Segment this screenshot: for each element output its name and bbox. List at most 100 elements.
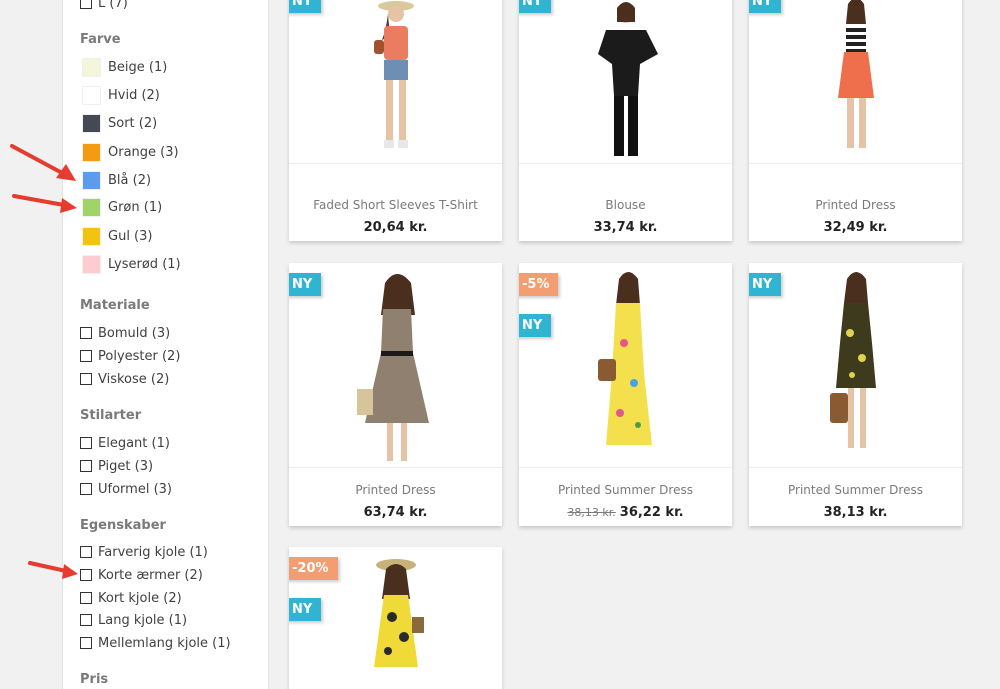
facet-size-l[interactable]: L (7) — [80, 0, 128, 13]
facet-label: Gul (3) — [108, 228, 153, 244]
facet-label: Hvid (2) — [108, 87, 160, 103]
old-price: 38,13 kr. — [567, 506, 616, 519]
product-card[interactable]: -20% NY — [289, 547, 502, 689]
property-short-sleeves[interactable]: Korte ærmer (2) — [80, 565, 203, 585]
checkbox[interactable] — [80, 637, 92, 649]
product-card[interactable]: -5% NY Printed Summer Dress 38,13 kr. 36,… — [519, 263, 732, 526]
current-price: 36,22 kr. — [619, 505, 684, 520]
facet-title-style: Stilarter — [80, 408, 142, 423]
color-black[interactable]: Sort (2) — [80, 113, 157, 133]
color-swatch[interactable] — [83, 86, 100, 104]
model-photo-icon — [837, 0, 874, 148]
product-price: 38,13 kr. 36,22 kr. — [519, 505, 732, 520]
product-price: 32,49 kr. — [823, 220, 888, 235]
facet-label: Korte ærmer (2) — [98, 567, 203, 583]
product-card[interactable]: NY Printed Dress 63,74 kr. — [289, 263, 502, 526]
model-photo-icon — [597, 2, 658, 156]
checkbox[interactable] — [80, 350, 92, 362]
property-midi-dress[interactable]: Mellemlang kjole (1) — [80, 633, 231, 653]
facets-sidebar: L (7) Farve Beige (1) Hvid (2) Sort (2) … — [62, 0, 269, 689]
facet-label: Kort kjole (2) — [98, 590, 182, 606]
color-swatch[interactable] — [83, 255, 100, 273]
facet-label: Beige (1) — [108, 59, 168, 75]
facet-label: Sort (2) — [108, 115, 158, 131]
facet-label: Viskose (2) — [98, 371, 170, 387]
product-image[interactable] — [749, 0, 962, 164]
model-photo-icon — [356, 274, 429, 461]
product-title[interactable]: Printed Summer Dress — [749, 483, 962, 497]
model-photo-icon — [829, 272, 876, 448]
color-yellow[interactable]: Gul (3) — [80, 226, 152, 246]
product-title[interactable]: Printed Summer Dress — [519, 483, 732, 497]
new-badge: NY — [749, 273, 782, 296]
color-white[interactable]: Hvid (2) — [80, 85, 160, 105]
model-photo-icon — [373, 559, 424, 667]
new-badge: NY — [519, 0, 552, 13]
color-swatch[interactable] — [83, 58, 100, 76]
arrow-annotation-icon — [28, 561, 78, 579]
color-pink[interactable]: Lyserød (1) — [80, 254, 181, 274]
product-image[interactable] — [519, 0, 732, 164]
facet-label: Piget (3) — [98, 458, 154, 474]
material-cotton[interactable]: Bomuld (3) — [80, 323, 170, 343]
checkbox[interactable] — [80, 546, 92, 558]
facet-title-material: Materiale — [80, 298, 150, 313]
checkbox[interactable] — [80, 460, 92, 472]
facet-label: L (7) — [98, 0, 128, 11]
product-title[interactable]: Printed Dress — [289, 483, 502, 497]
new-badge: NY — [519, 314, 552, 337]
material-viscose[interactable]: Viskose (2) — [80, 369, 169, 389]
checkbox[interactable] — [80, 0, 92, 9]
color-orange[interactable]: Orange (3) — [80, 142, 179, 162]
facet-label: Uformel (3) — [98, 481, 172, 497]
product-card[interactable]: NY Faded Short Sleeves T-Shirt 20,64 kr. — [289, 0, 502, 241]
checkbox[interactable] — [80, 483, 92, 495]
color-blue[interactable]: Blå (2) — [80, 170, 151, 190]
checkbox[interactable] — [80, 569, 92, 581]
facet-label: Grøn (1) — [108, 199, 163, 215]
checkbox[interactable] — [80, 592, 92, 604]
facet-label: Orange (3) — [108, 144, 179, 160]
product-title[interactable]: Faded Short Sleeves T-Shirt — [289, 198, 502, 212]
checkbox[interactable] — [80, 373, 92, 385]
color-swatch[interactable] — [83, 143, 100, 161]
product-title[interactable]: Blouse — [519, 198, 732, 212]
product-card[interactable]: NY Printed Dress 32,49 kr. — [749, 0, 962, 241]
style-girly[interactable]: Piget (3) — [80, 456, 153, 476]
facet-label: Mellemlang kjole (1) — [98, 635, 231, 651]
discount-badge: -20% — [289, 557, 338, 580]
facet-label: Blå (2) — [108, 172, 152, 188]
style-elegant[interactable]: Elegant (1) — [80, 433, 170, 453]
new-badge: NY — [749, 0, 782, 13]
property-short-dress[interactable]: Kort kjole (2) — [80, 588, 182, 608]
checkbox[interactable] — [80, 437, 92, 449]
color-green[interactable]: Grøn (1) — [80, 197, 162, 217]
product-image[interactable] — [289, 0, 502, 164]
facet-title-price: Pris — [80, 672, 109, 687]
color-beige[interactable]: Beige (1) — [80, 57, 167, 77]
color-swatch[interactable] — [83, 171, 100, 189]
arrow-annotation-icon — [12, 194, 77, 213]
product-card[interactable]: NY Blouse 33,74 kr. — [519, 0, 732, 241]
product-price: 38,13 kr. — [823, 505, 888, 520]
model-photo-icon — [373, 1, 414, 148]
property-long-dress[interactable]: Lang kjole (1) — [80, 610, 187, 630]
facet-label: Farverig kjole (1) — [98, 544, 208, 560]
new-badge: NY — [289, 273, 322, 296]
color-swatch[interactable] — [83, 114, 100, 132]
facet-label: Lang kjole (1) — [98, 612, 188, 628]
property-colorful[interactable]: Farverig kjole (1) — [80, 542, 208, 562]
checkbox[interactable] — [80, 614, 92, 626]
color-swatch[interactable] — [83, 227, 100, 245]
material-polyester[interactable]: Polyester (2) — [80, 346, 180, 366]
arrow-annotation-icon — [10, 144, 76, 181]
product-price: 63,74 kr. — [363, 505, 428, 520]
facet-title-properties: Egenskaber — [80, 518, 166, 533]
color-swatch[interactable] — [83, 198, 100, 216]
style-casual[interactable]: Uformel (3) — [80, 479, 172, 499]
product-title[interactable]: Printed Dress — [749, 198, 962, 212]
facet-title-color: Farve — [80, 32, 121, 47]
product-card[interactable]: NY Printed Summer Dress 38,13 kr. — [749, 263, 962, 526]
new-badge: NY — [289, 598, 322, 621]
checkbox[interactable] — [80, 327, 92, 339]
